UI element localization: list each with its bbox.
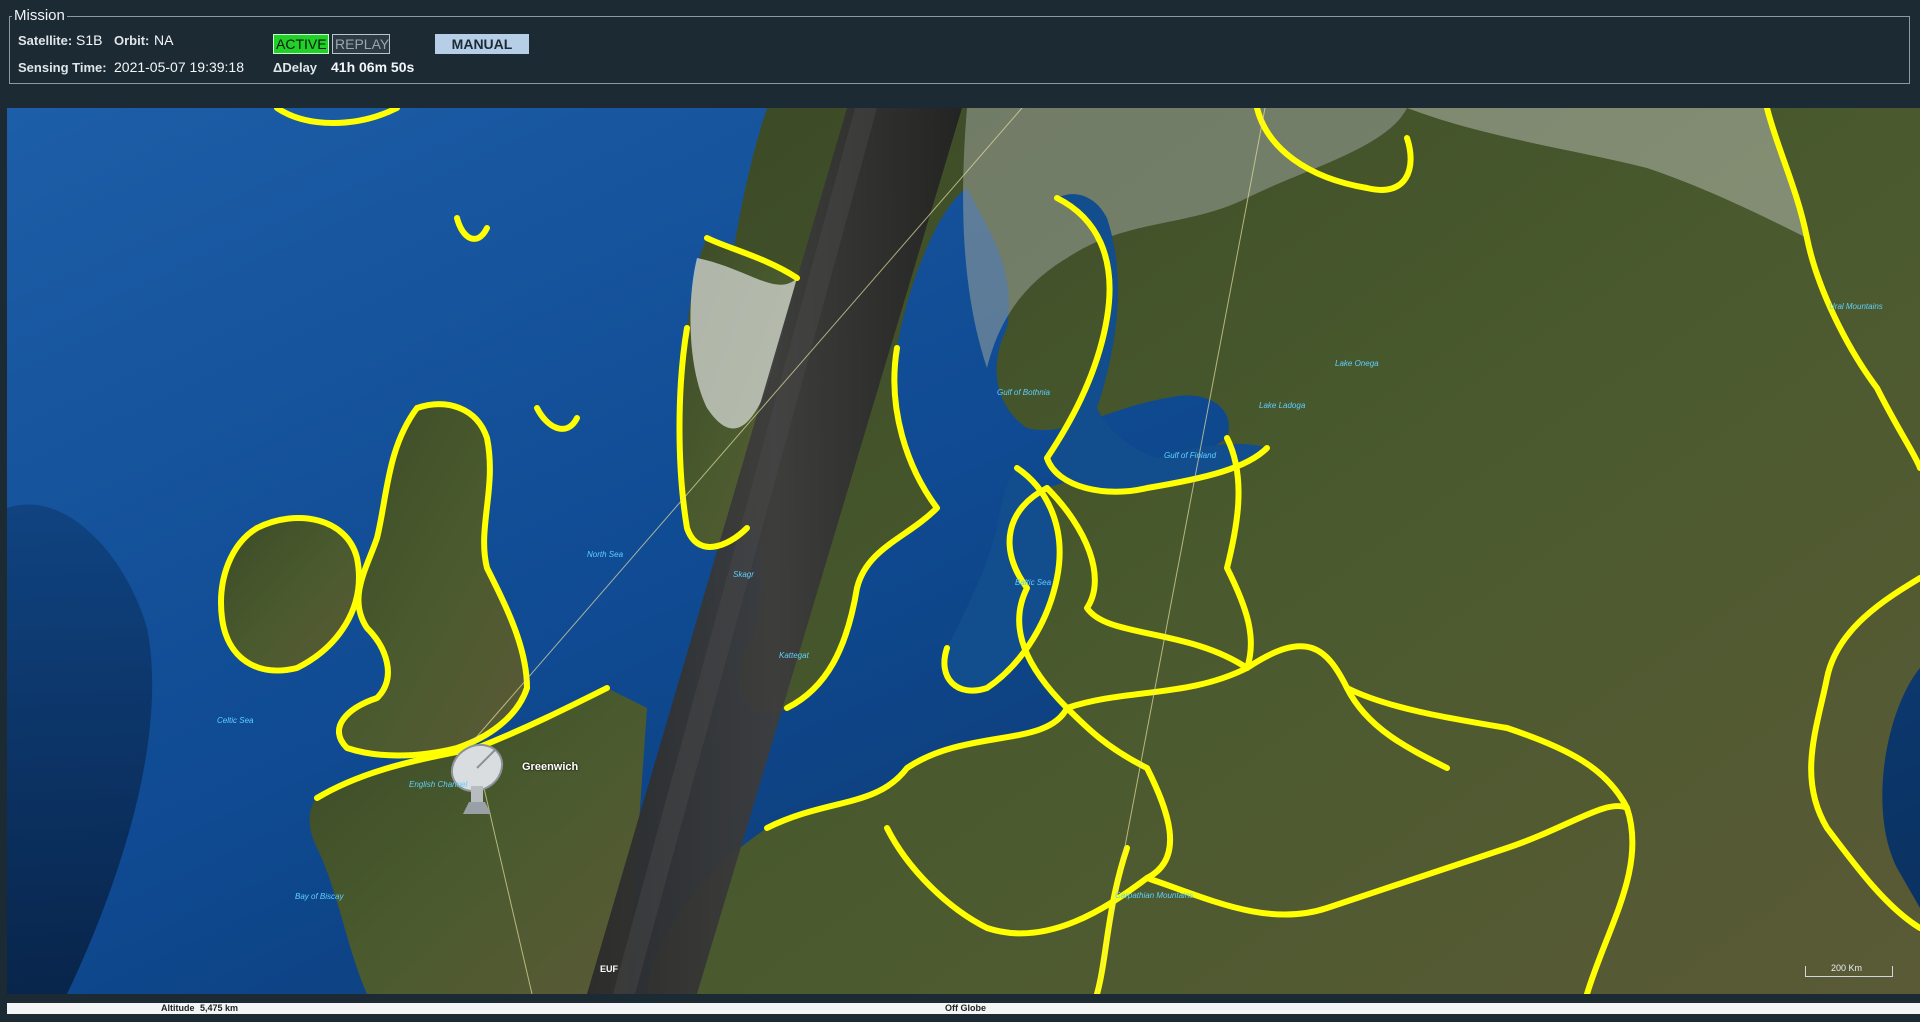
place-label: Gulf of Finland <box>1164 451 1217 460</box>
manual-button[interactable]: MANUAL <box>435 34 529 54</box>
ground-station-label[interactable]: Greenwich <box>522 761 578 773</box>
place-label: Lake Ladoga <box>1259 401 1306 410</box>
satellite-value: S1B <box>76 32 103 48</box>
place-label: Celtic Sea <box>217 716 254 725</box>
place-label: Gulf of Bothnia <box>997 388 1050 397</box>
mode-replay-toggle[interactable]: REPLAY <box>332 34 390 54</box>
place-label: Ural Mountains <box>1829 302 1883 311</box>
sensing-time-label: Sensing Time: <box>18 60 107 75</box>
globe-status: Off Globe <box>945 1003 986 1013</box>
mission-panel: Mission Satellite: S1B Orbit: NA Sensing… <box>9 7 1910 84</box>
satellite-label: Satellite: <box>18 33 73 48</box>
delay-value: 41h 06m 50s <box>331 59 415 75</box>
delay-label: ΔDelay <box>273 60 318 75</box>
place-label: Baltic Sea <box>1015 578 1052 587</box>
sensing-time-value: 2021-05-07 19:39:18 <box>114 59 244 75</box>
place-label: Skagr <box>733 570 754 579</box>
orbit-value: NA <box>154 32 174 48</box>
orbit-label: Orbit: <box>114 33 150 48</box>
swath-label: EUF <box>600 964 618 974</box>
globe-map-view[interactable]: North Sea Celtic Sea English Channel Bay… <box>7 108 1920 994</box>
mission-title: Mission <box>12 7 67 24</box>
map-canvas <box>7 108 1920 994</box>
place-label: Kattegat <box>779 651 809 660</box>
place-label: Carpathian Mountains <box>1115 891 1194 900</box>
altitude-value: 5,475 km <box>200 1003 239 1013</box>
place-label: Bay of Biscay <box>295 892 344 901</box>
scale-bar-label: 200 Km <box>1831 963 1863 973</box>
place-label: English Channel <box>409 780 468 789</box>
place-label: North Sea <box>587 550 624 559</box>
altitude-label: Altitude <box>161 1003 195 1013</box>
status-bar: Altitude 5,475 km Off Globe <box>7 1003 1920 1014</box>
mode-active-toggle[interactable]: ACTIVE <box>273 34 329 54</box>
place-label: Lake Onega <box>1335 359 1379 368</box>
